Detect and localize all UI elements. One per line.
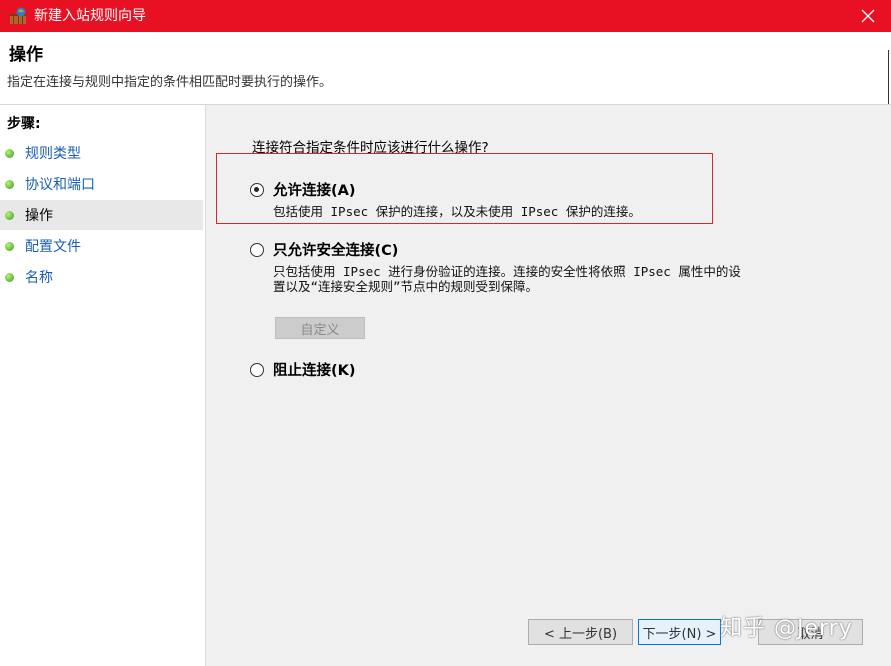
- radio-label: 允许连接(A): [273, 183, 356, 199]
- customize-button[interactable]: 自定义: [275, 317, 365, 339]
- step-label: 操作: [25, 208, 53, 224]
- radio-block-connection[interactable]: 阻止连接(K): [250, 359, 356, 380]
- step-bullet-icon: [5, 179, 14, 189]
- main-content: 连接符合指定条件时应该进行什么操作? 允许连接(A) 包括使用 IPsec 保护…: [206, 105, 891, 666]
- option-description-line-2: 置以及“连接安全规则”节点中的规则受到保障。: [273, 279, 539, 294]
- option-description-line-1: 只包括使用 IPsec 进行身份验证的连接。连接的安全性将依照 IPsec 属性…: [273, 264, 741, 279]
- steps-panel: 步骤: 规则类型 协议和端口 操作 配置文件 名称: [0, 105, 206, 666]
- page-header: 操作 指定在连接与规则中指定的条件相匹配时要执行的操作。: [0, 32, 891, 105]
- radio-button[interactable]: [250, 362, 264, 377]
- step-label: 规则类型: [25, 146, 81, 162]
- step-label: 协议和端口: [25, 177, 95, 193]
- step-profile[interactable]: 配置文件: [0, 231, 203, 261]
- radio-allow-secure-connection[interactable]: 只允许安全连接(C): [250, 239, 398, 260]
- page-title: 操作: [9, 45, 43, 65]
- radio-button[interactable]: [250, 182, 264, 197]
- watermark-text: 知乎 @Jerry: [720, 616, 853, 641]
- step-protocol-port[interactable]: 协议和端口: [0, 169, 203, 199]
- radio-label: 只允许安全连接(C): [273, 243, 399, 259]
- step-bullet-icon: [5, 272, 14, 282]
- steps-title: 步骤:: [7, 116, 41, 132]
- next-button[interactable]: 下一步(N) >: [638, 619, 721, 645]
- step-name[interactable]: 名称: [0, 262, 203, 292]
- back-button[interactable]: < 上一步(B): [528, 619, 633, 645]
- step-bullet-icon: [5, 148, 14, 158]
- close-button[interactable]: [845, 0, 891, 32]
- step-label: 配置文件: [25, 239, 81, 255]
- page-description: 指定在连接与规则中指定的条件相匹配时要执行的操作。: [7, 75, 333, 90]
- close-icon: [861, 9, 875, 23]
- radio-label: 阻止连接(K): [273, 363, 356, 379]
- step-action[interactable]: 操作: [0, 200, 203, 230]
- radio-allow-connection[interactable]: 允许连接(A): [250, 179, 355, 200]
- step-rule-type[interactable]: 规则类型: [0, 138, 203, 168]
- step-label: 名称: [25, 270, 53, 286]
- radio-button[interactable]: [250, 242, 264, 257]
- title-bar: 新建入站规则向导: [0, 0, 891, 32]
- step-bullet-icon: [5, 210, 14, 220]
- header-divider: [888, 50, 889, 104]
- step-bullet-icon: [5, 241, 14, 251]
- firewall-wizard-icon: [10, 7, 26, 24]
- option-description: 包括使用 IPsec 保护的连接，以及未使用 IPsec 保护的连接。: [273, 204, 641, 219]
- window-title: 新建入站规则向导: [34, 8, 146, 24]
